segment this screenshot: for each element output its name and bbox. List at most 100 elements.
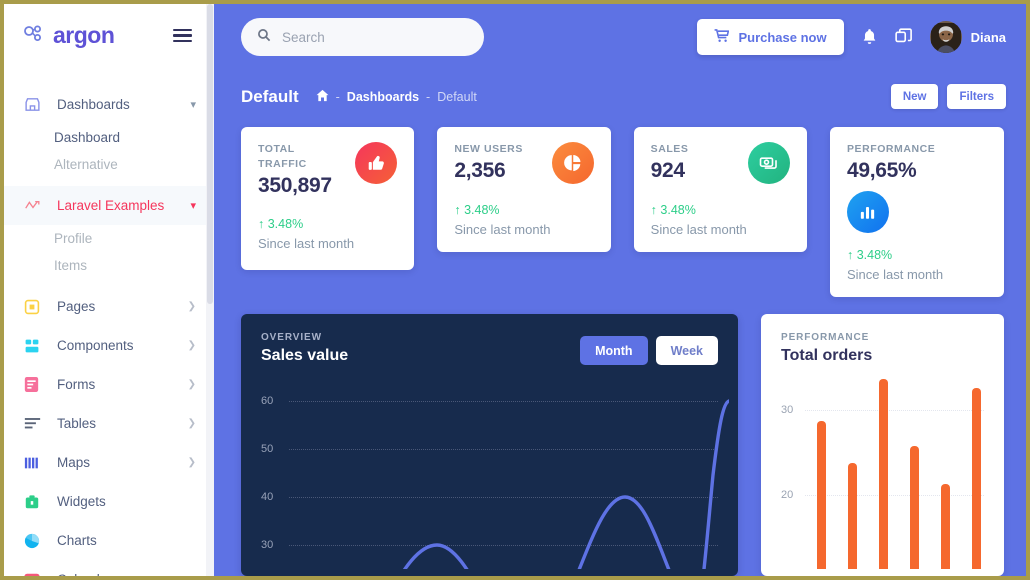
stat-label: SALES bbox=[650, 143, 689, 155]
brand-link[interactable]: argon bbox=[22, 22, 115, 49]
toggle-week-button[interactable]: Week bbox=[655, 336, 718, 366]
top-navbar: Purchase now bbox=[214, 4, 1026, 70]
components-icon bbox=[24, 338, 44, 354]
chevron-down-icon: ▾ bbox=[190, 200, 196, 212]
home-icon[interactable] bbox=[316, 89, 329, 105]
total-orders-chart-card: PERFORMANCE Total orders 30 20 bbox=[761, 314, 1004, 576]
chart-eyebrow: OVERVIEW bbox=[261, 332, 322, 344]
chevron-down-icon: ▾ bbox=[190, 99, 196, 111]
sidebar-item-label: Forms bbox=[57, 377, 96, 392]
charts-icon bbox=[24, 533, 44, 549]
sidebar-item-charts[interactable]: Charts bbox=[4, 521, 214, 560]
sidebar-item-tables[interactable]: Tables ❯ bbox=[4, 404, 214, 443]
user-menu[interactable]: Diana bbox=[929, 21, 1006, 53]
search-box[interactable] bbox=[241, 18, 484, 56]
sidebar-item-laravel-examples[interactable]: Laravel Examples ▾ bbox=[4, 186, 214, 225]
sidebar-item-label: Charts bbox=[57, 533, 97, 548]
breadcrumb-item-dashboards[interactable]: Dashboards bbox=[347, 90, 419, 104]
search-icon bbox=[257, 28, 271, 47]
breadcrumb-separator: - bbox=[335, 89, 340, 104]
y-axis-tick: 60 bbox=[261, 395, 274, 408]
user-name: Diana bbox=[970, 29, 1006, 45]
sidebar-scrollbar-thumb[interactable] bbox=[207, 4, 213, 304]
calendar-icon bbox=[24, 572, 44, 576]
avatar bbox=[929, 21, 962, 53]
arrow-up-icon: ↑ bbox=[846, 248, 854, 263]
stat-delta-value: 3.48% bbox=[464, 203, 500, 217]
stat-delta: ↑ 3.48% bbox=[651, 203, 696, 217]
sales-value-chart-card: OVERVIEW Sales value Month Week 60 50 40… bbox=[241, 314, 738, 576]
sidebar-subitem-profile[interactable]: Profile bbox=[4, 225, 214, 252]
sales-value-line bbox=[402, 399, 729, 570]
sidebar-item-label: Maps bbox=[57, 455, 91, 470]
purchase-now-label: Purchase now bbox=[738, 29, 827, 45]
sidebar-item-forms[interactable]: Forms ❯ bbox=[4, 365, 214, 404]
stat-card-row: TOTAL TRAFFIC 350,897 ↑ 3.48% Since last… bbox=[214, 109, 1026, 298]
search-input[interactable] bbox=[282, 29, 468, 45]
sidebar-subitem-items[interactable]: Items bbox=[4, 252, 214, 279]
bar bbox=[941, 484, 950, 570]
sidebar-item-calendar[interactable]: Calendar bbox=[4, 560, 214, 576]
chevron-right-icon: ❯ bbox=[187, 340, 196, 351]
sidebar-item-dashboards[interactable]: Dashboards ▾ bbox=[4, 85, 214, 124]
stat-value: 2,356 bbox=[454, 159, 506, 183]
windows-stack-icon[interactable] bbox=[894, 28, 913, 46]
y-axis-tick: 40 bbox=[261, 491, 274, 504]
sidebar-brand: argon bbox=[4, 4, 214, 59]
charts-row: OVERVIEW Sales value Month Week 60 50 40… bbox=[214, 297, 1026, 576]
sidebar-item-label: Calendar bbox=[57, 572, 196, 576]
sidebar-subitem-alternative[interactable]: Alternative bbox=[4, 151, 214, 178]
chevron-right-icon: ❯ bbox=[187, 379, 196, 390]
page-header: Default - Dashboards - Default New Filte… bbox=[214, 70, 1026, 109]
sidebar: argon Dashboards ▾ Dashboard Alternative bbox=[4, 4, 214, 576]
filters-button[interactable]: Filters bbox=[947, 84, 1006, 109]
page-title: Default bbox=[241, 86, 299, 106]
stat-value: 350,897 bbox=[258, 174, 332, 198]
widgets-icon bbox=[24, 494, 44, 510]
bar bbox=[848, 463, 857, 570]
breadcrumb-separator: - bbox=[426, 89, 431, 104]
chart-title: Sales value bbox=[261, 347, 349, 365]
stat-card-sales: SALES 924 ↑ 3.48% Since last month bbox=[633, 127, 807, 252]
maps-icon bbox=[24, 455, 44, 471]
stat-delta-value: 3.48% bbox=[267, 217, 304, 232]
chart-eyebrow: PERFORMANCE bbox=[781, 332, 870, 344]
sidebar-item-widgets[interactable]: Widgets bbox=[4, 482, 214, 521]
y-axis-tick: 20 bbox=[781, 489, 794, 502]
shop-icon bbox=[24, 96, 44, 113]
chart-title: Total orders bbox=[781, 347, 873, 365]
sidebar-item-pages[interactable]: Pages ❯ bbox=[4, 287, 214, 326]
bar bbox=[817, 421, 826, 570]
stat-delta: ↑ 3.48% bbox=[847, 248, 892, 262]
stat-card-total-traffic: TOTAL TRAFFIC 350,897 ↑ 3.48% Since last… bbox=[241, 127, 415, 271]
navbar-actions: Purchase now Diana bbox=[697, 19, 1006, 55]
chevron-right-icon: ❯ bbox=[187, 457, 196, 468]
app-window: argon Dashboards ▾ Dashboard Alternative bbox=[0, 0, 1030, 580]
chevron-right-icon: ❯ bbox=[187, 301, 196, 312]
tables-icon bbox=[24, 417, 44, 431]
sidebar-scrollbar[interactable] bbox=[206, 4, 214, 576]
sidebar-item-maps[interactable]: Maps ❯ bbox=[4, 443, 214, 482]
bell-icon[interactable] bbox=[861, 28, 878, 46]
bar bbox=[879, 379, 888, 570]
bar-chart-icon bbox=[846, 191, 889, 234]
main-content: Purchase now bbox=[214, 4, 1026, 576]
stat-period: Since last month bbox=[454, 222, 551, 237]
argon-logo-icon bbox=[22, 24, 46, 48]
pages-icon bbox=[24, 299, 44, 315]
laravel-icon bbox=[24, 198, 44, 214]
sidebar-subitem-dashboard[interactable]: Dashboard bbox=[4, 124, 214, 151]
y-axis-tick: 30 bbox=[261, 539, 274, 552]
money-icon bbox=[747, 142, 790, 184]
sidebar-item-components[interactable]: Components ❯ bbox=[4, 326, 214, 365]
arrow-up-icon: ↑ bbox=[454, 203, 461, 217]
new-button[interactable]: New bbox=[890, 84, 939, 109]
forms-icon bbox=[24, 376, 44, 393]
chart-range-toggle: Month Week bbox=[580, 332, 718, 366]
purchase-now-button[interactable]: Purchase now bbox=[697, 19, 844, 55]
toggle-month-button[interactable]: Month bbox=[580, 336, 648, 366]
hamburger-icon[interactable] bbox=[173, 28, 198, 43]
stat-card-performance: PERFORMANCE 49,65% ↑ 3.48% Since last mo… bbox=[829, 127, 1004, 298]
bar bbox=[910, 446, 919, 570]
sidebar-item-label: Laravel Examples bbox=[57, 198, 165, 213]
